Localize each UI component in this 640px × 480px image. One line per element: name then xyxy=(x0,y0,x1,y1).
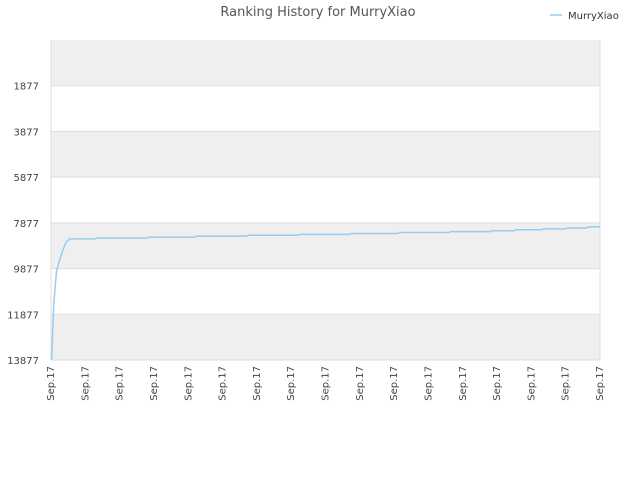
plot-bands xyxy=(51,40,600,360)
y-tick-label: 3877 xyxy=(14,127,39,138)
x-tick-label: Sep.17 xyxy=(355,366,366,401)
x-tick-label: Sep.17 xyxy=(561,366,572,401)
plot-band xyxy=(51,40,600,86)
x-tick-label: Sep.17 xyxy=(389,366,400,401)
x-tick-label: Sep.17 xyxy=(492,366,503,401)
y-tick-label: 7877 xyxy=(14,219,39,230)
x-tick-label: Sep.17 xyxy=(458,366,469,401)
x-tick-label: Sep.17 xyxy=(423,366,434,401)
plot-band xyxy=(51,131,600,178)
plot-band xyxy=(51,268,600,315)
y-tick-label: 1877 xyxy=(14,82,39,93)
x-tick-label: Sep.17 xyxy=(80,366,91,401)
plot-band xyxy=(51,85,600,132)
x-tick-label: Sep.17 xyxy=(321,366,332,401)
x-tick-label: Sep.17 xyxy=(46,366,57,401)
x-tick-label: Sep.17 xyxy=(526,366,537,401)
x-tick-label: Sep.17 xyxy=(595,366,606,401)
x-tick-label: Sep.17 xyxy=(149,366,160,401)
legend-label: MurryXiao xyxy=(568,11,619,22)
chart-title: Ranking History for MurryXiao xyxy=(220,5,415,20)
y-tick-label: 9877 xyxy=(14,265,39,276)
plot-band xyxy=(51,314,600,360)
y-tick-label: 11877 xyxy=(7,310,39,321)
x-tick-label: Sep.17 xyxy=(252,366,263,401)
ranking-chart: Ranking History for MurryXiao MurryXiao … xyxy=(7,5,619,401)
x-tick-label: Sep.17 xyxy=(286,366,297,401)
plot-band xyxy=(51,177,600,223)
y-axis-ticks: 1877 3877 5877 7877 9877 11877 13877 xyxy=(7,82,39,367)
x-tick-label: Sep.17 xyxy=(115,366,126,401)
x-axis-ticks: Sep.17 Sep.17 Sep.17 Sep.17 Sep.17 Sep.17 Sep.… xyxy=(46,366,606,401)
y-tick-label: 13877 xyxy=(7,356,39,367)
y-tick-label: 5877 xyxy=(14,173,39,184)
x-tick-label: Sep.17 xyxy=(183,366,194,401)
legend: MurryXiao xyxy=(550,11,619,22)
x-tick-label: Sep.17 xyxy=(218,366,229,401)
